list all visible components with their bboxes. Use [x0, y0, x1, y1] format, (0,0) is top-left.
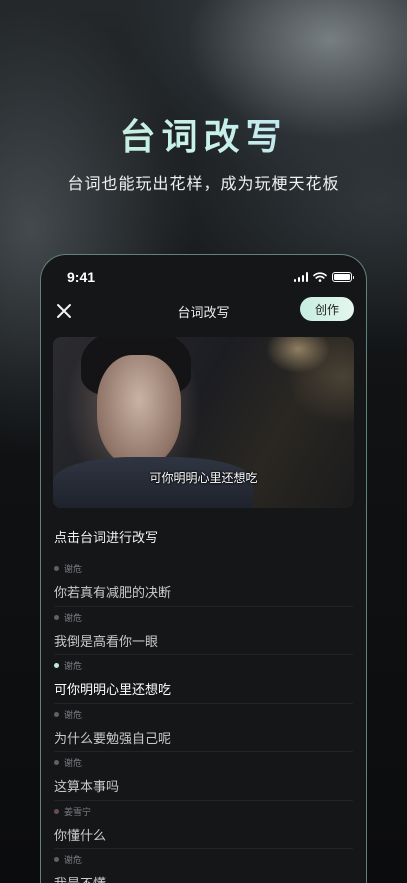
- speaker-dot-icon: [54, 614, 59, 620]
- hero-subtitle: 台词也能玩出花样，成为玩梗天花板: [67, 174, 340, 193]
- nav-bar: 台词改写 创作: [41, 297, 366, 327]
- status-icons: [293, 272, 354, 282]
- edit-hint: 点击台词进行改写: [54, 531, 159, 546]
- line-item[interactable]: 谢危 这算本事吗: [54, 752, 353, 801]
- wifi-icon: [313, 272, 327, 282]
- line-item[interactable]: 谢危 为什么要勉强自己呢: [54, 704, 353, 752]
- line-list: 谢危 你若真有减肥的决断 谢危 我倒是高看你一眼 谢危 可你明明心里还想吃 谢危…: [41, 558, 366, 883]
- speaker-name: 姜雪宁: [64, 807, 92, 818]
- status-time: 9:41: [67, 269, 96, 285]
- line-item[interactable]: 谢危 可你明明心里还想吃: [54, 655, 353, 704]
- hero-title: 台词改写: [0, 108, 407, 160]
- speaker-name: 谢危: [64, 710, 83, 721]
- video-preview[interactable]: 可你明明心里还想吃: [53, 337, 354, 508]
- speaker-dot-icon: [54, 711, 59, 717]
- speaker-name: 谢危: [64, 856, 83, 866]
- video-subtitle: 可你明明心里还想吃: [149, 471, 258, 485]
- battery-icon: [332, 272, 354, 282]
- speaker-dot-icon: [54, 760, 59, 765]
- phone-mockup: 9:41 台词改写 创作 可你明明心里还想吃 点击台词进行改写 谢危 你若真有减…: [40, 254, 367, 883]
- line-text: 这算本事吗: [54, 780, 120, 795]
- create-button[interactable]: 创作: [300, 297, 354, 321]
- speaker-dot-icon: [54, 857, 59, 862]
- line-item[interactable]: 谢危 我是不懂: [54, 849, 353, 883]
- line-item[interactable]: 姜雪宁 你懂什么: [54, 801, 353, 849]
- signal-icon: [293, 272, 308, 282]
- status-bar: 9:41: [41, 257, 366, 297]
- line-text: 可你明明心里还想吃: [54, 683, 172, 698]
- line-text: 我倒是高看你一眼: [54, 634, 159, 650]
- line-item[interactable]: 谢危 你若真有减肥的决断: [54, 558, 353, 607]
- line-item[interactable]: 谢危 我倒是高看你一眼: [54, 607, 353, 655]
- line-text: 我是不懂: [54, 873, 353, 883]
- line-text: 你若真有减肥的决断: [54, 586, 172, 601]
- speaker-dot-icon: [54, 808, 59, 814]
- speaker-name: 谢危: [64, 613, 83, 624]
- speaker-name: 谢危: [64, 759, 83, 769]
- speaker-name: 谢危: [64, 565, 83, 575]
- line-text: 你懂什么: [54, 828, 107, 844]
- speaker-name: 谢危: [64, 662, 83, 672]
- speaker-dot-icon: [54, 663, 59, 668]
- speaker-dot-icon: [54, 566, 59, 571]
- line-text: 为什么要勉强自己呢: [54, 731, 172, 747]
